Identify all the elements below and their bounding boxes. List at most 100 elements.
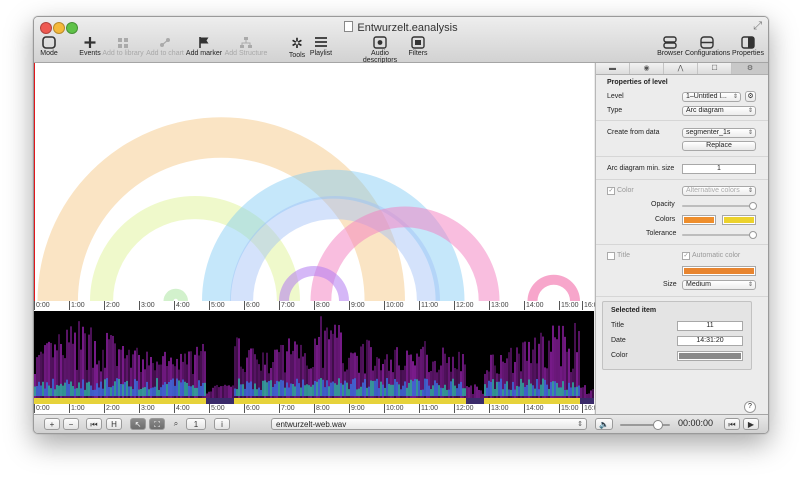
spectrogram-band xyxy=(396,381,398,396)
time-tick: 1:00 xyxy=(69,301,85,310)
info-button[interactable]: i xyxy=(214,418,230,430)
spectrogram-band xyxy=(64,382,66,396)
spectrogram-band xyxy=(236,389,238,396)
add-to-library-button[interactable]: Add to library xyxy=(101,36,145,57)
level-popup[interactable]: 1–Untitled l... ⇕ xyxy=(682,92,741,102)
spectrogram-band xyxy=(186,382,188,396)
playlist-button[interactable]: Playlist xyxy=(309,36,333,57)
help-button[interactable]: ? xyxy=(744,401,756,413)
color-swatch-b[interactable] xyxy=(722,215,756,225)
play-icon: ▶ xyxy=(747,420,755,429)
audio-descriptors-button[interactable]: Audio descriptors xyxy=(353,36,407,64)
spectrogram-band xyxy=(328,386,330,396)
add-marker-button[interactable]: Add marker xyxy=(185,36,223,57)
h-button[interactable]: H xyxy=(106,418,122,430)
color-checkbox[interactable]: ✓ xyxy=(607,187,615,195)
volume-slider-knob[interactable] xyxy=(652,420,663,430)
spectrogram-band xyxy=(332,381,334,396)
selected-title-field[interactable]: 11 xyxy=(677,321,743,331)
arc-7[interactable] xyxy=(527,274,581,301)
flag-icon xyxy=(199,37,209,48)
spectrogram-band xyxy=(514,389,516,396)
cursor-tool-button[interactable]: ↖ xyxy=(130,418,146,430)
tab-view[interactable]: ◉ xyxy=(630,63,664,74)
opacity-slider-knob[interactable] xyxy=(749,202,757,210)
tab-settings[interactable]: ⚙ xyxy=(732,63,768,74)
time-ruler-bottom[interactable]: 0:00 1:00 2:00 3:00 4:00 5:00 6:00 7:00 8:00 9:00… xyxy=(34,404,598,414)
arc-6[interactable] xyxy=(163,288,189,301)
filters-button[interactable]: Filters xyxy=(407,36,429,57)
configurations-label: Configurations xyxy=(685,50,731,57)
spectrogram-band xyxy=(274,384,276,396)
add-to-chart-button[interactable]: Add to chart xyxy=(145,36,185,57)
spectrogram-band xyxy=(532,385,534,396)
spectrogram-band xyxy=(382,384,384,396)
browser-button[interactable]: Browser xyxy=(657,36,683,57)
tolerance-slider-knob[interactable] xyxy=(749,231,757,239)
spectrogram-band xyxy=(342,384,344,396)
spectrogram-column xyxy=(204,351,206,404)
inspector-tabs: ▬ ◉ ⋀ ☐ ⚙ xyxy=(596,63,768,75)
spectrogram-band xyxy=(92,389,94,396)
spectrogram-band xyxy=(190,386,192,396)
time-ruler-top[interactable]: 0:00 1:00 2:00 3:00 4:00 5:00 6:00 7:00 8:00 9:00… xyxy=(34,301,598,311)
color-mode-popup[interactable]: Alternative colors ⇕ xyxy=(682,186,756,196)
selected-date-field[interactable]: 14:31:20 xyxy=(677,336,743,346)
spectrogram-band xyxy=(340,383,342,396)
fullscreen-icon[interactable]: ⤢ xyxy=(753,20,762,33)
selected-color-swatch[interactable] xyxy=(677,351,743,361)
zoom-level-field[interactable]: 1 xyxy=(186,418,206,430)
spectrogram[interactable] xyxy=(34,311,594,404)
min-size-field[interactable]: 1 xyxy=(682,164,756,174)
opacity-slider-track[interactable] xyxy=(682,205,756,207)
spectrogram-column xyxy=(62,355,64,404)
color-swatch-a[interactable] xyxy=(682,215,716,225)
create-from-data-popup[interactable]: segmenter_1s ⇕ xyxy=(682,128,756,138)
spectrogram-band xyxy=(234,388,236,396)
play-button[interactable]: ▶ xyxy=(743,418,759,430)
tools-button[interactable]: ✲ Tools xyxy=(287,36,307,60)
spectrogram-band xyxy=(116,378,118,396)
size-popup[interactable]: Medium ⇕ xyxy=(682,280,756,290)
remove-level-button[interactable]: − xyxy=(63,418,79,430)
spectrogram-band xyxy=(180,382,182,396)
select-tool-button[interactable]: ⛶ xyxy=(149,418,165,430)
type-popup[interactable]: Arc diagram ⇕ xyxy=(682,106,756,116)
add-to-chart-label: Add to chart xyxy=(146,50,184,57)
spectrogram-band xyxy=(388,383,390,396)
configurations-button[interactable]: Configurations xyxy=(685,36,731,57)
analysis-view[interactable]: 0:00 1:00 2:00 3:00 4:00 5:00 6:00 7:00 8:00 9:00… xyxy=(34,63,598,414)
arc-diagram[interactable] xyxy=(34,63,594,301)
events-button[interactable]: Events xyxy=(76,36,104,57)
tolerance-slider-track[interactable] xyxy=(682,234,756,236)
stop-button[interactable]: ⏮ xyxy=(724,418,740,430)
spectrogram-band xyxy=(570,387,572,396)
mode-icon xyxy=(42,36,56,49)
tab-analysis[interactable]: ⋀ xyxy=(664,63,698,74)
title-checkbox[interactable] xyxy=(607,252,615,260)
spectrogram-band xyxy=(574,387,576,396)
spectrogram-band xyxy=(442,388,444,396)
level-gear-button[interactable]: ⚙ xyxy=(745,91,756,102)
spectrogram-band xyxy=(372,381,374,396)
spectrogram-column xyxy=(518,353,520,404)
spectrogram-band xyxy=(548,388,550,396)
zoom-button[interactable]: ⌕ xyxy=(168,418,184,430)
add-level-button[interactable]: + xyxy=(44,418,60,430)
time-tick: 2:00 xyxy=(104,301,120,310)
automatic-color-checkbox[interactable]: ✓ xyxy=(682,252,690,260)
spectrogram-column xyxy=(352,353,354,404)
tab-general[interactable]: ▬ xyxy=(596,63,630,74)
time-tick: 12:00 xyxy=(454,404,474,413)
mode-button[interactable]: Mode xyxy=(37,36,61,57)
audio-file-select[interactable]: entwurzelt-web.wav ⇕ xyxy=(271,418,587,430)
volume-button[interactable]: 🔈 xyxy=(595,418,613,430)
add-structure-button[interactable]: Add Structure xyxy=(224,36,268,57)
title-color-swatch[interactable] xyxy=(682,266,756,276)
replace-button[interactable]: Replace xyxy=(682,141,756,151)
properties-button[interactable]: Properties xyxy=(732,36,764,57)
rewind-button[interactable]: ⏮ xyxy=(86,418,102,430)
spectrogram-band xyxy=(84,389,86,396)
spectrogram-band xyxy=(378,388,380,396)
tab-layout[interactable]: ☐ xyxy=(698,63,732,74)
